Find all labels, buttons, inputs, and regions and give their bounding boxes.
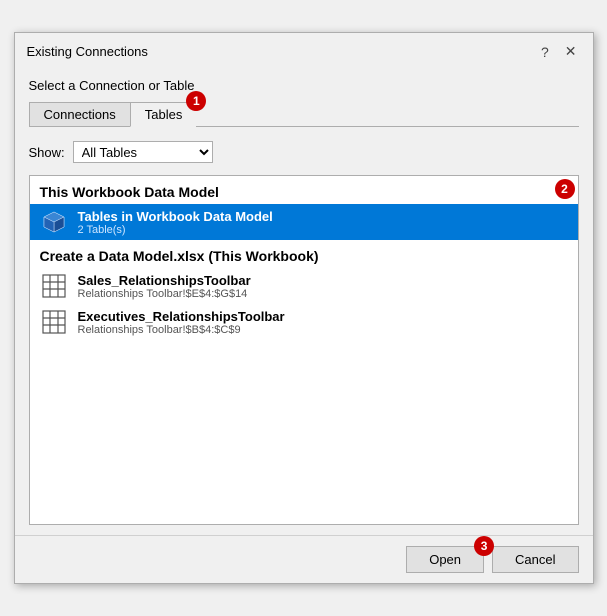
existing-connections-dialog: Existing Connections ? ✕ Select a Connec… <box>14 32 594 584</box>
item-title-executives-toolbar: Executives_RelationshipsToolbar <box>78 309 285 324</box>
item-title-sales-toolbar: Sales_RelationshipsToolbar <box>78 273 251 288</box>
select-label: Select a Connection or Table <box>29 78 579 93</box>
item-text-executives-toolbar: Executives_RelationshipsToolbar Relation… <box>78 309 285 336</box>
show-label: Show: <box>29 145 65 160</box>
cube-icon <box>40 208 68 236</box>
item-subtitle-tables-in-workbook: 2 Table(s) <box>78 224 273 236</box>
dialog-footer: Open 3 Cancel <box>15 535 593 583</box>
list-item-sales-toolbar[interactable]: Sales_RelationshipsToolbar Relationships… <box>30 268 578 304</box>
show-row: Show: All Tables This Workbook Connectio… <box>29 135 579 167</box>
open-btn-wrapper: Open 3 <box>406 546 484 573</box>
help-button[interactable]: ? <box>537 42 553 62</box>
section-header-workbook-data-model: This Workbook Data Model <box>30 176 578 204</box>
dialog-body: Select a Connection or Table Connections… <box>15 68 593 535</box>
open-button[interactable]: Open <box>406 546 484 573</box>
tab-connections[interactable]: Connections <box>29 102 130 127</box>
item-title-tables-in-workbook: Tables in Workbook Data Model <box>78 209 273 224</box>
annotation-badge-3: 3 <box>474 536 494 556</box>
tabs-row: Connections Tables 1 <box>29 101 579 127</box>
connections-list-wrapper: 2 This Workbook Data Model <box>29 175 579 525</box>
section-header-create-data-model: Create a Data Model.xlsx (This Workbook) <box>30 240 578 268</box>
list-item-tables-in-workbook[interactable]: Tables in Workbook Data Model 2 Table(s) <box>30 204 578 240</box>
item-text-sales-toolbar: Sales_RelationshipsToolbar Relationships… <box>78 273 251 300</box>
annotation-badge-2: 2 <box>555 179 575 199</box>
title-bar-controls: ? ✕ <box>537 41 581 62</box>
item-subtitle-executives-toolbar: Relationships Toolbar!$B$4:$C$9 <box>78 324 285 336</box>
item-subtitle-sales-toolbar: Relationships Toolbar!$E$4:$G$14 <box>78 288 251 300</box>
item-text-tables-in-workbook: Tables in Workbook Data Model 2 Table(s) <box>78 209 273 236</box>
list-item-executives-toolbar[interactable]: Executives_RelationshipsToolbar Relation… <box>30 304 578 340</box>
title-bar: Existing Connections ? ✕ <box>15 33 593 68</box>
annotation-badge-1: 1 <box>186 91 206 111</box>
dialog-title: Existing Connections <box>27 44 148 59</box>
cancel-button[interactable]: Cancel <box>492 546 578 573</box>
close-button[interactable]: ✕ <box>561 41 581 62</box>
tab-tables-wrapper: Tables 1 <box>130 101 197 126</box>
show-select[interactable]: All Tables This Workbook Connections <box>73 141 213 163</box>
connections-list: This Workbook Data Model Tables in Wor <box>29 175 579 525</box>
table-icon-executives <box>40 308 68 336</box>
table-icon-sales <box>40 272 68 300</box>
